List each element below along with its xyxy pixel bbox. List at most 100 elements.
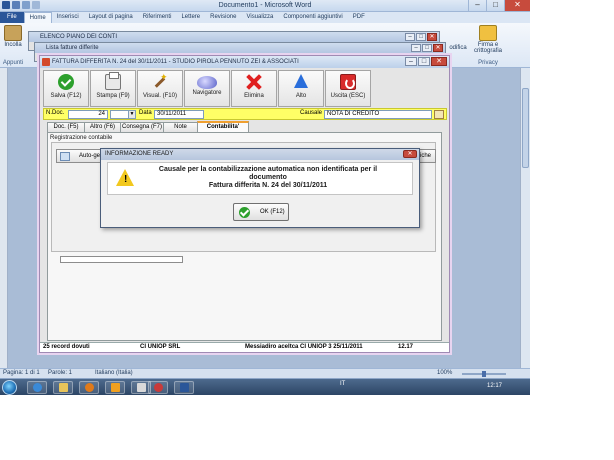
close-icon[interactable]: ✕ [427,33,437,41]
start-button[interactable] [2,380,17,395]
info-dialog: INFORMAZIONE READY ✕ ! Causale per la co… [100,148,420,228]
maximize-icon[interactable]: □ [422,44,432,52]
tab-contabilita[interactable]: Contabilita' [197,121,249,132]
word-window-controls: – □ ✕ [468,0,530,11]
tab-doc[interactable]: Doc. (F5) [47,122,85,132]
chevron-down-icon[interactable]: ▼ [128,111,135,118]
taskbar-app-ie[interactable] [27,381,47,394]
delete-button[interactable]: Elimina [231,70,277,107]
up-button[interactable]: Alto [278,70,324,107]
navigator-icon [197,76,217,89]
lookup-icon[interactable] [434,110,444,119]
app-icon [42,58,50,66]
tab-revisione[interactable]: Revisione [205,12,241,23]
navigator-button[interactable]: Navigatore [184,70,230,107]
causale-field[interactable]: NOTA DI CREDITO [324,110,432,119]
ok-button[interactable]: OK (F12) [233,203,289,221]
mail-icon [110,383,120,392]
word-window-title: Documento1 - Microsoft Word [218,2,312,9]
tab-lettere[interactable]: Lettere [176,12,205,23]
vertical-ruler [0,68,8,368]
maximize-icon[interactable]: □ [418,57,430,66]
taskbar-app-outlook[interactable] [105,381,125,394]
magic-wand-icon [152,72,168,90]
taskbar-app-word[interactable] [174,381,194,394]
tab-note[interactable]: Note [163,122,198,132]
close-icon[interactable]: ✕ [433,44,443,52]
taskbar-app-red[interactable] [148,381,168,394]
list-cell: Messiadiro aceltca CI UNIOP 3 25/11/2011 [245,344,363,350]
checkmark-icon [58,74,74,90]
info-dialog-message-box: ! Causale per la contabilizzazione autom… [107,162,413,195]
paste-button[interactable]: Incolla Appunti [2,25,24,66]
ribbon-tabs: File Home Inserisci Layout di pagina Rif… [0,12,530,23]
list-cell: CI UNIOP SRL [140,344,181,350]
exit-button[interactable]: Uscita (ESC) [325,70,371,107]
zoom-slider-knob[interactable] [482,371,486,377]
delete-x-icon [246,74,262,90]
taskbar: IT 12:17 [0,378,530,395]
vertical-scrollbar[interactable] [520,68,530,368]
desktop-screen: Documento1 - Microsoft Word – □ ✕ File H… [0,0,530,395]
clipboard-icon [4,25,22,41]
elenco-window-title: ELENCO PIANO DEI CONTI – □ ✕ [29,32,439,42]
tab-home[interactable]: Home [23,12,52,23]
tab-altro[interactable]: Altro (F6) [84,122,121,132]
close-icon[interactable]: ✕ [431,57,447,66]
edit-button[interactable]: odifica [449,25,467,51]
info-dialog-titlebar: INFORMAZIONE READY ✕ [101,149,419,160]
tab-visualizza[interactable]: Visualizza [241,12,278,23]
tab-riferimenti[interactable]: Riferimenti [138,12,177,23]
ndoc-suffix-combo[interactable]: ▼ [110,110,136,119]
taskbar-app-media[interactable] [79,381,99,394]
privacy-group-label: Privacy [478,60,498,66]
date-field[interactable]: 30/11/2011 [154,110,204,119]
zoom-slider[interactable] [462,371,506,377]
fattura-window-title: FATTURA DIFFERITA N. 24 del 30/11/2011 -… [52,59,299,65]
minimize-icon[interactable]: – [468,0,486,11]
tab-file[interactable]: File [0,12,24,23]
ndoc-field[interactable]: 24 [68,110,108,119]
tab-pdf[interactable]: PDF [348,12,370,23]
power-icon [340,74,356,90]
close-icon[interactable]: ✕ [403,150,417,158]
minimize-icon[interactable]: – [411,44,421,52]
document-header-row: N.Doc. 24 ▼ Data 30/11/2011 Causale NOTA… [43,108,447,120]
tab-consegna[interactable]: Consegna (F7) [120,122,164,132]
info-dialog-title: INFORMAZIONE READY [105,151,174,157]
save-button[interactable]: Salva (F12) [43,70,89,107]
tab-componenti[interactable]: Componenti aggiuntivi [278,12,347,23]
scrollbar-thumb[interactable] [522,88,529,168]
registrazione-label: Registrazione contabile [50,135,113,141]
elenco-window-controls: – □ ✕ [405,33,437,41]
minimize-icon[interactable]: – [405,57,417,66]
close-icon[interactable]: ✕ [504,0,530,11]
zoom-level[interactable]: 100% [437,370,452,376]
sign-encrypt-button[interactable]: Firma e crittografia Privacy [470,25,506,66]
tab-layout[interactable]: Layout di pagina [84,12,138,23]
tab-inserisci[interactable]: Inserisci [52,12,84,23]
taskbar-app-explorer[interactable] [53,381,73,394]
clock[interactable]: 12:17 [487,383,502,389]
lista-window-title: Lista fatture differite – □ ✕ [35,43,445,53]
causale-label: Causale [300,110,323,116]
maximize-icon[interactable]: □ [416,33,426,41]
fattura-window-titlebar: FATTURA DIFFERITA N. 24 del 30/11/2011 -… [40,56,449,68]
word-icon [179,383,189,392]
minimize-icon[interactable]: – [405,33,415,41]
clipboard-group-label: Appunti [2,60,24,66]
tray-language[interactable]: IT [340,381,345,387]
language-indicator[interactable]: Italiano (Italia) [95,370,133,376]
arrow-up-icon [293,74,309,90]
folder-icon [58,383,68,392]
view-button[interactable]: Visual. (F10) [137,70,183,107]
list-cell: 12.17 [398,344,414,350]
word-count[interactable]: Parole: 1 [48,370,72,376]
list-cell: 25 record dovuti [43,344,90,350]
maximize-icon[interactable]: □ [486,0,504,11]
page-count[interactable]: Pagina: 1 di 1 [3,370,40,376]
app-icon [136,383,146,392]
print-button[interactable]: Stampa (F9) [90,70,136,107]
progress-bar [60,256,183,263]
checkmark-icon [239,207,250,218]
